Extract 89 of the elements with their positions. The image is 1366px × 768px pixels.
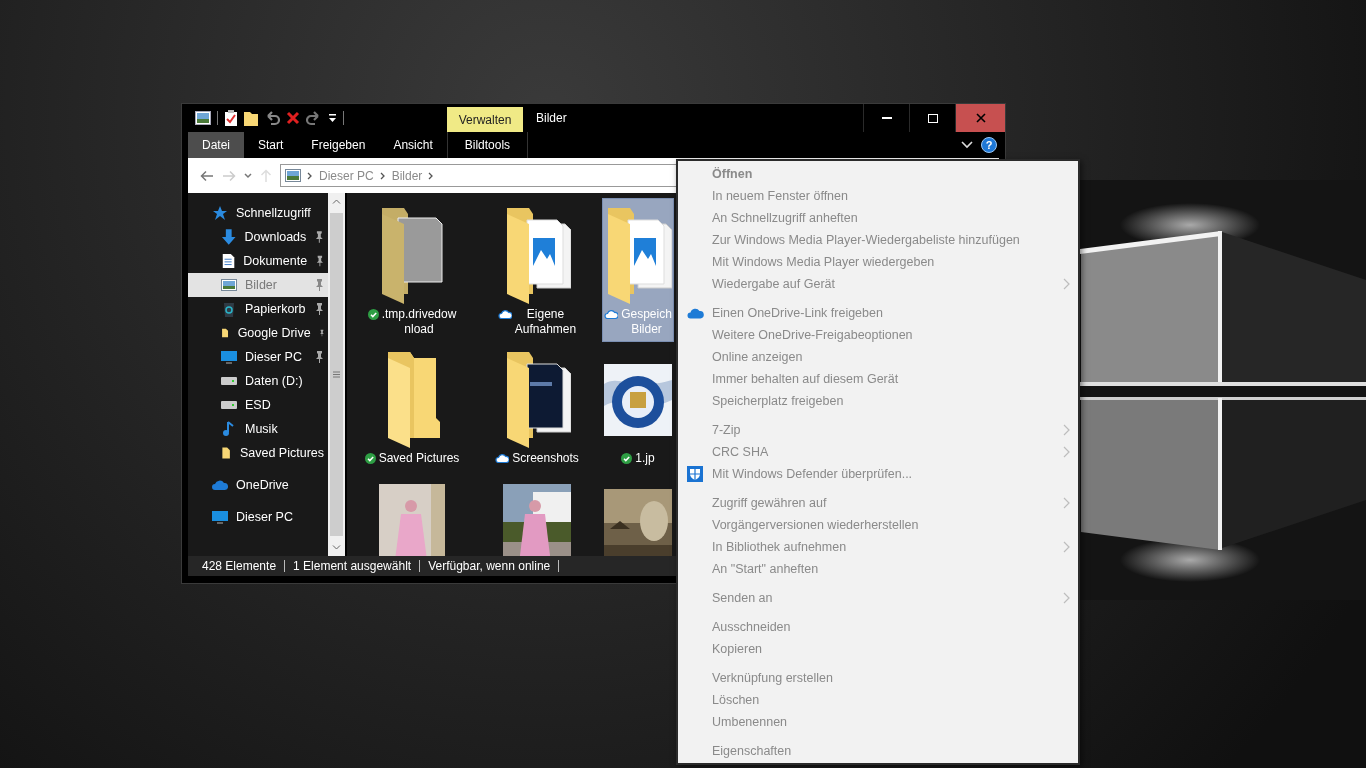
grip-icon [333, 371, 340, 378]
context-tab[interactable]: Verwalten [447, 107, 523, 132]
breadcrumb-item[interactable]: Bilder [391, 166, 423, 185]
status-text: Verfügbar, wenn online [420, 560, 560, 572]
ribbon-tab[interactable]: Datei [188, 132, 244, 158]
document-icon [221, 253, 236, 269]
nav-item[interactable]: Daten (D:) [188, 369, 328, 393]
shield-icon [687, 466, 703, 482]
menu-item[interactable]: Weitere OneDrive-Freigabeoptionen [678, 324, 1078, 346]
menu-item[interactable]: Ausschneiden [678, 616, 1078, 638]
nav-item[interactable]: Saved Pictures [188, 441, 328, 465]
menu-item[interactable]: Eigenschaften [678, 740, 1078, 762]
menu-item[interactable]: Senden an [678, 587, 1078, 609]
recent-dropdown-icon[interactable] [244, 172, 252, 179]
breadcrumb-chevron-icon[interactable] [428, 171, 435, 180]
nav-item[interactable]: OneDrive [188, 473, 328, 497]
drive-icon [221, 377, 237, 385]
redo-icon[interactable] [306, 110, 322, 126]
nav-item[interactable]: Bilder [188, 273, 328, 297]
delete-icon[interactable] [286, 111, 300, 125]
pin-icon[interactable] [314, 351, 324, 363]
drive-icon [221, 401, 237, 409]
menu-item[interactable]: Immer behalten auf diesem Gerät [678, 368, 1078, 390]
menu-item[interactable]: In Bibliothek aufnehmen [678, 536, 1078, 558]
nav-item[interactable]: Musik [188, 417, 328, 441]
menu-item[interactable]: CRC SHA [678, 441, 1078, 463]
menu-item[interactable]: Zugriff gewähren auf [678, 492, 1078, 514]
scrollbar[interactable] [328, 193, 345, 556]
file-item[interactable]: 1.jp [602, 342, 674, 471]
nav-item[interactable]: Google Drive [188, 321, 328, 345]
window-title: Bilder [535, 110, 567, 127]
monitor-icon [212, 509, 228, 525]
file-item[interactable]: .tmp.drivedow nload [352, 198, 472, 342]
star-icon [212, 205, 228, 221]
nav-item[interactable]: Papierkorb [188, 297, 328, 321]
status-text: 1 Element ausgewählt [285, 560, 421, 572]
menu-item[interactable]: An "Start" anheften [678, 558, 1078, 580]
file-item[interactable]: Saved Pictures [352, 342, 472, 471]
menu-item[interactable]: Löschen [678, 689, 1078, 711]
menu-item[interactable]: In neuem Fenster öffnen [678, 185, 1078, 207]
nav-item[interactable]: Dokumente [188, 249, 328, 273]
nav-item[interactable]: Downloads [188, 225, 328, 249]
cloud-icon [686, 307, 704, 319]
back-arrow-icon[interactable] [200, 169, 214, 182]
chevron-down-icon[interactable] [961, 141, 973, 149]
pin-icon[interactable] [314, 303, 324, 315]
help-button[interactable]: ? [981, 137, 997, 153]
menu-item[interactable]: Verknüpfung erstellen [678, 667, 1078, 689]
menu-item[interactable]: Wiedergabe auf Gerät [678, 273, 1078, 295]
menu-item[interactable]: Mit Windows Defender überprüfen... [678, 463, 1078, 485]
nav-item[interactable]: Dieser PC [188, 345, 328, 369]
menu-item[interactable]: Kopieren [678, 638, 1078, 660]
pin-icon[interactable] [315, 255, 324, 267]
monitor-icon [221, 349, 237, 365]
download-arrow-icon [221, 229, 237, 245]
file-item[interactable]: Gespeich Bilder [602, 198, 674, 342]
nav-item[interactable]: ESD [188, 393, 328, 417]
picture-frame-icon [285, 169, 301, 182]
breadcrumb-chevron-icon[interactable] [379, 171, 386, 180]
scroll-thumb[interactable] [330, 213, 343, 536]
menu-item[interactable]: Umbenennen [678, 711, 1078, 733]
breadcrumb-chevron-icon[interactable] [307, 171, 313, 180]
file-item[interactable]: Screenshots [477, 342, 597, 471]
nav-item[interactable]: Dieser PC [188, 505, 328, 529]
picture-frame-icon [221, 277, 237, 293]
file-item[interactable]: Eigene Aufnahmen [477, 198, 597, 342]
nav-item[interactable]: Schnellzugriff [188, 201, 328, 225]
undo-icon[interactable] [264, 110, 280, 126]
menu-item[interactable]: Speicherplatz freigeben [678, 390, 1078, 412]
close-icon [975, 113, 986, 123]
breadcrumb-item[interactable]: Dieser PC [319, 166, 374, 185]
picture-frame-icon[interactable] [195, 111, 211, 125]
menu-item[interactable]: Zur Windows Media Player-Wiedergabeliste hinzufügen [678, 229, 1078, 251]
maximize-icon [927, 113, 938, 123]
menu-item[interactable]: Vorgängerversionen wiederherstellen [678, 514, 1078, 536]
menu-item[interactable]: 7-Zip [678, 419, 1078, 441]
status-text: 428 Elemente [194, 560, 286, 572]
folder-icon[interactable] [244, 110, 258, 126]
folder-icon [221, 445, 232, 461]
recycle-bin-icon [221, 301, 237, 317]
menu-item[interactable]: An Schnellzugriff anheften [678, 207, 1078, 229]
ribbon-tab[interactable]: Bildtools [446, 132, 529, 158]
minimize-icon [881, 117, 892, 119]
properties-icon[interactable] [224, 110, 238, 126]
pin-icon[interactable] [314, 231, 324, 243]
menu-item[interactable]: Online anzeigen [678, 346, 1078, 368]
menu-item[interactable]: Mit Windows Media Player wiedergeben [678, 251, 1078, 273]
menu-item[interactable]: Einen OneDrive-Link freigeben [678, 302, 1078, 324]
customize-dropdown-icon[interactable] [328, 113, 337, 123]
